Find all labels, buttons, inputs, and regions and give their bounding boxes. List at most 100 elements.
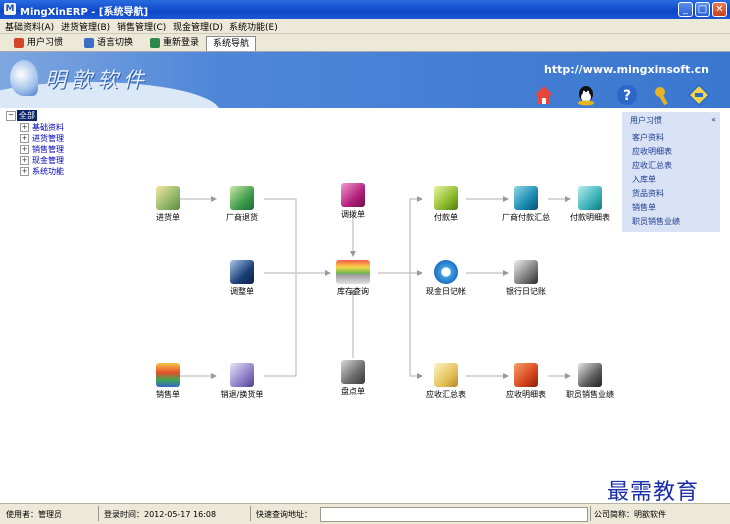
tab-language[interactable]: 语言切换 xyxy=(82,36,133,50)
tree-item-label: 销售管理 xyxy=(32,145,64,154)
tree-item-cash[interactable]: + 现金管理 xyxy=(20,155,64,166)
nav-sales-return[interactable]: 销退/换货单 xyxy=(202,363,282,400)
payment-detail-icon xyxy=(578,186,602,210)
system-navigation-flow: 进货单 厂商退货 调整单 销售单 销退/换货单 调拨单 库存查询 盘点单 付款单… xyxy=(116,108,618,502)
flow-connectors xyxy=(180,196,571,379)
banner: 明歆软件 http://www.mingxinsoft.cn ? xyxy=(0,52,730,108)
menu-sales[interactable]: 销售管理(C) xyxy=(117,20,166,33)
tab-system-nav[interactable]: 系统导航 xyxy=(206,36,257,51)
nav-purchase-order[interactable]: 进货单 xyxy=(128,186,208,223)
expand-icon[interactable]: + xyxy=(20,123,29,132)
website-url: http://www.mingxinsoft.cn xyxy=(544,63,709,76)
habit-item[interactable]: 应收明细表 xyxy=(632,146,672,157)
nav-staff-sales-performance[interactable]: 职员销售业绩 xyxy=(550,363,630,400)
quick-query-input[interactable] xyxy=(320,507,588,522)
relogin-icon xyxy=(150,38,160,48)
minimize-button[interactable]: _ xyxy=(678,2,693,17)
tree-item-sales[interactable]: + 销售管理 xyxy=(20,144,64,155)
key-icon[interactable] xyxy=(652,84,674,106)
tab-label: 重新登录 xyxy=(163,38,200,48)
nav-transfer[interactable]: 调拨单 xyxy=(313,183,393,220)
nav-label: 盘点单 xyxy=(341,387,365,396)
title-bar: M MingXinERP - [系统导航] _ □ ✕ xyxy=(0,0,730,19)
adjustment-icon xyxy=(230,260,254,284)
habit-item[interactable]: 销售单 xyxy=(632,202,656,213)
inventory-icon xyxy=(336,260,370,284)
nav-label: 应收汇总表 xyxy=(426,390,466,399)
vendor-payment-icon xyxy=(514,186,538,210)
nav-label: 银行日记账 xyxy=(506,287,546,296)
home-icon[interactable] xyxy=(533,84,555,106)
expand-icon[interactable]: + xyxy=(20,167,29,176)
tree-item-label: 现金管理 xyxy=(32,156,64,165)
nav-sales-order[interactable]: 销售单 xyxy=(128,363,208,400)
habit-item[interactable]: 货品资料 xyxy=(632,188,664,199)
nav-label: 调拨单 xyxy=(341,210,365,219)
menu-system[interactable]: 系统功能(E) xyxy=(229,20,278,33)
tree-collapse-icon[interactable]: − xyxy=(6,111,16,121)
menu-purchase[interactable]: 进货管理(B) xyxy=(61,20,110,33)
nav-label: 付款单 xyxy=(434,213,458,222)
vendor-return-icon xyxy=(230,186,254,210)
nav-bank-journal[interactable]: 银行日记账 xyxy=(486,260,566,297)
nav-label: 现金日记帐 xyxy=(426,287,466,296)
nav-receivable-summary[interactable]: 应收汇总表 xyxy=(406,363,486,400)
nav-cash-journal[interactable]: 现金日记帐 xyxy=(406,260,486,297)
tree-root[interactable]: 全部 xyxy=(17,110,37,121)
stocktake-icon xyxy=(341,360,365,384)
window-title: MingXinERP - [系统导航] xyxy=(20,7,149,18)
bank-journal-icon xyxy=(514,260,538,284)
habit-item[interactable]: 应收汇总表 xyxy=(632,160,672,171)
nav-label: 厂商退货 xyxy=(226,213,258,222)
menu-bar: 基础资料(A) 进货管理(B) 销售管理(C) 现金管理(D) 系统功能(E) xyxy=(0,19,730,34)
collapse-chevron-icon[interactable]: « xyxy=(711,115,716,124)
habit-item[interactable]: 入库单 xyxy=(632,174,656,185)
tab-label: 用户习惯 xyxy=(27,38,64,48)
nav-label: 调整单 xyxy=(230,287,254,296)
receivable-detail-icon xyxy=(514,363,538,387)
purchase-order-icon xyxy=(156,186,180,210)
nav-label: 付款明细表 xyxy=(570,213,610,222)
nav-label: 库存查询 xyxy=(337,287,369,296)
tools-icon[interactable] xyxy=(688,84,710,106)
expand-icon[interactable]: + xyxy=(20,145,29,154)
status-separator xyxy=(590,506,591,521)
tab-relogin[interactable]: 重新登录 xyxy=(148,36,199,50)
nav-label: 销退/换货单 xyxy=(220,390,264,399)
payment-icon xyxy=(434,186,458,210)
tree-item-label: 进货管理 xyxy=(32,134,64,143)
app-icon: M xyxy=(4,3,16,15)
receivable-summary-icon xyxy=(434,363,458,387)
tree-item-purchase[interactable]: + 进货管理 xyxy=(20,133,64,144)
staff-sales-icon xyxy=(578,363,602,387)
qq-icon[interactable] xyxy=(575,84,597,106)
maximize-button[interactable]: □ xyxy=(695,2,710,17)
nav-inventory-query[interactable]: 库存查询 xyxy=(313,260,393,297)
expand-icon[interactable]: + xyxy=(20,156,29,165)
nav-payment-detail[interactable]: 付款明细表 xyxy=(550,186,630,223)
habit-item[interactable]: 客户资料 xyxy=(632,132,664,143)
svg-text:?: ? xyxy=(623,88,631,104)
tree-item-system[interactable]: + 系统功能 xyxy=(20,166,64,177)
nav-vendor-return[interactable]: 厂商退货 xyxy=(202,186,282,223)
habit-item[interactable]: 职员销售业绩 xyxy=(632,216,680,227)
nav-payment[interactable]: 付款单 xyxy=(406,186,486,223)
nav-stocktake[interactable]: 盘点单 xyxy=(313,360,393,397)
close-button[interactable]: ✕ xyxy=(712,2,727,17)
nav-adjustment[interactable]: 调整单 xyxy=(202,260,282,297)
menu-basic-data[interactable]: 基础资料(A) xyxy=(5,20,54,33)
tab-user-habits[interactable]: 用户习惯 xyxy=(12,36,63,50)
menu-cash[interactable]: 现金管理(D) xyxy=(173,20,223,33)
nav-label: 销售单 xyxy=(156,390,180,399)
status-quick-query: 快速查询地址： xyxy=(256,510,312,519)
sales-return-icon xyxy=(230,363,254,387)
cash-journal-icon xyxy=(434,260,458,284)
watermark: 最需教育 xyxy=(607,480,700,505)
tree-item-basic-data[interactable]: + 基础资料 xyxy=(20,122,64,133)
help-icon[interactable]: ? xyxy=(616,84,638,106)
logo-icon xyxy=(10,60,38,96)
expand-icon[interactable]: + xyxy=(20,134,29,143)
brand-name: 明歆软件 xyxy=(45,68,149,92)
tab-label: 语言切换 xyxy=(97,38,134,48)
panel-title: 用户习惯 xyxy=(630,116,662,125)
